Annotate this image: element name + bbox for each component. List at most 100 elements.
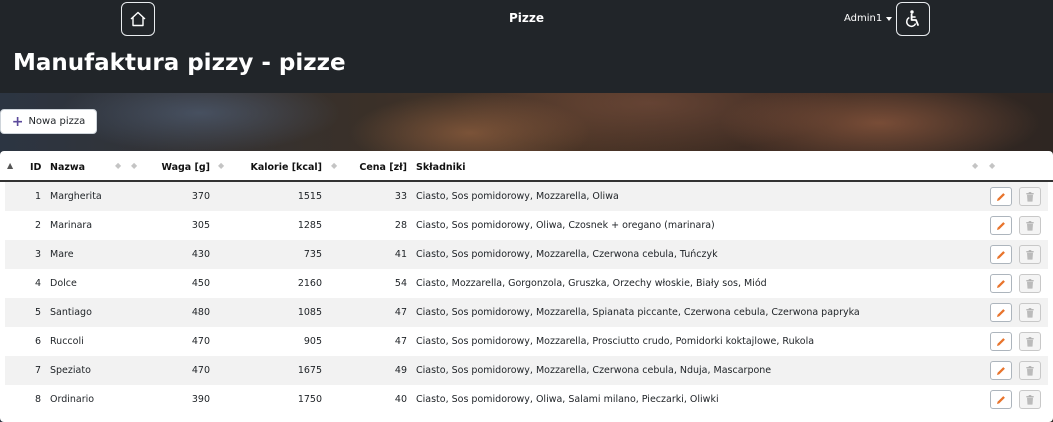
table-row: 5 Santiago 480 1085 47 Ciasto, Sos pomid… <box>5 298 1048 327</box>
cell-ingredients: Ciasto, Sos pomidorowy, Mozzarella, Czer… <box>416 365 772 376</box>
delete-button[interactable] <box>1019 216 1041 235</box>
pencil-icon <box>997 192 1005 201</box>
cell-calories: 1675 <box>297 365 322 376</box>
cell-id: 7 <box>34 365 41 376</box>
sort-icon[interactable]: ◆ <box>972 162 978 170</box>
cell-ingredients: Ciasto, Sos pomidorowy, Oliwa, Salami mi… <box>416 394 719 405</box>
cell-name: Mare <box>50 249 74 260</box>
cell-id: 8 <box>34 394 41 405</box>
user-menu[interactable]: Admin1 <box>844 13 893 24</box>
delete-button[interactable] <box>1019 390 1041 409</box>
cell-weight: 430 <box>191 249 210 260</box>
table-row: 4 Dolce 450 2160 54 Ciasto, Mozzarella, … <box>5 269 1048 298</box>
pencil-icon <box>997 395 1005 404</box>
table-row: 8 Ordinario 390 1750 40 Ciasto, Sos pomi… <box>5 385 1048 414</box>
cell-weight: 370 <box>191 191 210 202</box>
cell-price: 33 <box>394 191 407 202</box>
delete-button[interactable] <box>1019 274 1041 293</box>
cell-id: 3 <box>34 249 41 260</box>
cell-id: 4 <box>34 278 41 289</box>
cell-calories: 905 <box>303 336 322 347</box>
trash-icon <box>1026 278 1034 289</box>
page-header: Manufaktura pizzy - pizze <box>0 40 1053 93</box>
cell-price: 40 <box>394 394 407 405</box>
table-row: 7 Speziato 470 1675 49 Ciasto, Sos pomid… <box>5 356 1048 385</box>
table-row: 1 Margherita 370 1515 33 Ciasto, Sos pom… <box>5 182 1048 211</box>
pencil-icon <box>997 250 1005 259</box>
edit-button[interactable] <box>990 361 1012 380</box>
accessibility-button[interactable] <box>896 2 930 36</box>
user-name: Admin1 <box>844 13 883 24</box>
cell-id: 2 <box>34 220 41 231</box>
edit-button[interactable] <box>990 245 1012 264</box>
cell-name: Ruccoli <box>50 336 84 347</box>
edit-button[interactable] <box>990 390 1012 409</box>
cell-price: 47 <box>394 307 407 318</box>
cell-weight: 390 <box>191 394 210 405</box>
cell-calories: 1515 <box>297 191 322 202</box>
cell-price: 54 <box>394 278 407 289</box>
delete-button[interactable] <box>1019 332 1041 351</box>
cell-ingredients: Ciasto, Sos pomidorowy, Mozzarella, Czer… <box>416 249 718 260</box>
column-header-name[interactable]: Nazwa <box>50 162 85 173</box>
cell-calories: 1285 <box>297 220 322 231</box>
new-pizza-label: Nowa pizza <box>28 116 86 127</box>
table-header: ▲ ID Nazwa ◆ ◆ Waga [g] ◆ Kalorie [kcal]… <box>0 151 1053 182</box>
cell-weight: 470 <box>191 365 210 376</box>
cell-price: 47 <box>394 336 407 347</box>
cell-calories: 1085 <box>297 307 322 318</box>
pencil-icon <box>997 308 1005 317</box>
trash-icon <box>1026 220 1034 231</box>
column-header-calories[interactable]: Kalorie [kcal] <box>230 162 322 173</box>
edit-button[interactable] <box>990 303 1012 322</box>
trash-icon <box>1026 365 1034 376</box>
trash-icon <box>1026 394 1034 405</box>
cell-calories: 2160 <box>297 278 322 289</box>
edit-button[interactable] <box>990 187 1012 206</box>
cell-id: 6 <box>34 336 41 347</box>
column-header-ingredients[interactable]: Składniki <box>416 162 466 173</box>
column-header-weight[interactable]: Waga [g] <box>120 162 210 173</box>
page-title: Manufaktura pizzy - pizze <box>13 50 346 76</box>
pencil-icon <box>997 221 1005 230</box>
pencil-icon <box>997 279 1005 288</box>
delete-button[interactable] <box>1019 245 1041 264</box>
cell-ingredients: Ciasto, Sos pomidorowy, Mozzarella, Pros… <box>416 336 815 347</box>
cell-name: Speziato <box>50 365 91 376</box>
sort-icon[interactable]: ◆ <box>218 162 224 170</box>
new-pizza-button[interactable]: + Nowa pizza <box>0 109 97 134</box>
cell-weight: 305 <box>191 220 210 231</box>
delete-button[interactable] <box>1019 303 1041 322</box>
sort-icon[interactable]: ◆ <box>331 162 337 170</box>
column-header-id[interactable]: ID <box>30 162 41 173</box>
cell-weight: 470 <box>191 336 210 347</box>
wheelchair-icon <box>906 10 919 28</box>
cell-id: 5 <box>34 307 41 318</box>
trash-icon <box>1026 336 1034 347</box>
cell-price: 41 <box>394 249 407 260</box>
cell-calories: 735 <box>303 249 322 260</box>
cell-ingredients: Ciasto, Mozzarella, Gorgonzola, Gruszka,… <box>416 278 767 289</box>
cell-price: 49 <box>394 365 407 376</box>
cell-name: Margherita <box>50 191 102 202</box>
cell-ingredients: Ciasto, Sos pomidorowy, Mozzarella, Spia… <box>416 307 860 318</box>
cell-price: 28 <box>394 220 407 231</box>
table-row: 6 Ruccoli 470 905 47 Ciasto, Sos pomidor… <box>5 327 1048 356</box>
cell-weight: 480 <box>191 307 210 318</box>
trash-icon <box>1026 307 1034 318</box>
pencil-icon <box>997 366 1005 375</box>
column-header-price[interactable]: Cena [zł] <box>345 162 407 173</box>
sort-asc-icon[interactable]: ▲ <box>7 162 13 170</box>
edit-button[interactable] <box>990 274 1012 293</box>
delete-button[interactable] <box>1019 361 1041 380</box>
cell-name: Ordinario <box>50 394 95 405</box>
caret-down-icon <box>886 17 893 21</box>
sort-icon[interactable]: ◆ <box>989 162 995 170</box>
cell-name: Santiago <box>50 307 92 318</box>
cell-weight: 450 <box>191 278 210 289</box>
table-row: 3 Mare 430 735 41 Ciasto, Sos pomidorowy… <box>5 240 1048 269</box>
edit-button[interactable] <box>990 216 1012 235</box>
navbar: Pizze Admin1 <box>0 0 1053 40</box>
delete-button[interactable] <box>1019 187 1041 206</box>
edit-button[interactable] <box>990 332 1012 351</box>
